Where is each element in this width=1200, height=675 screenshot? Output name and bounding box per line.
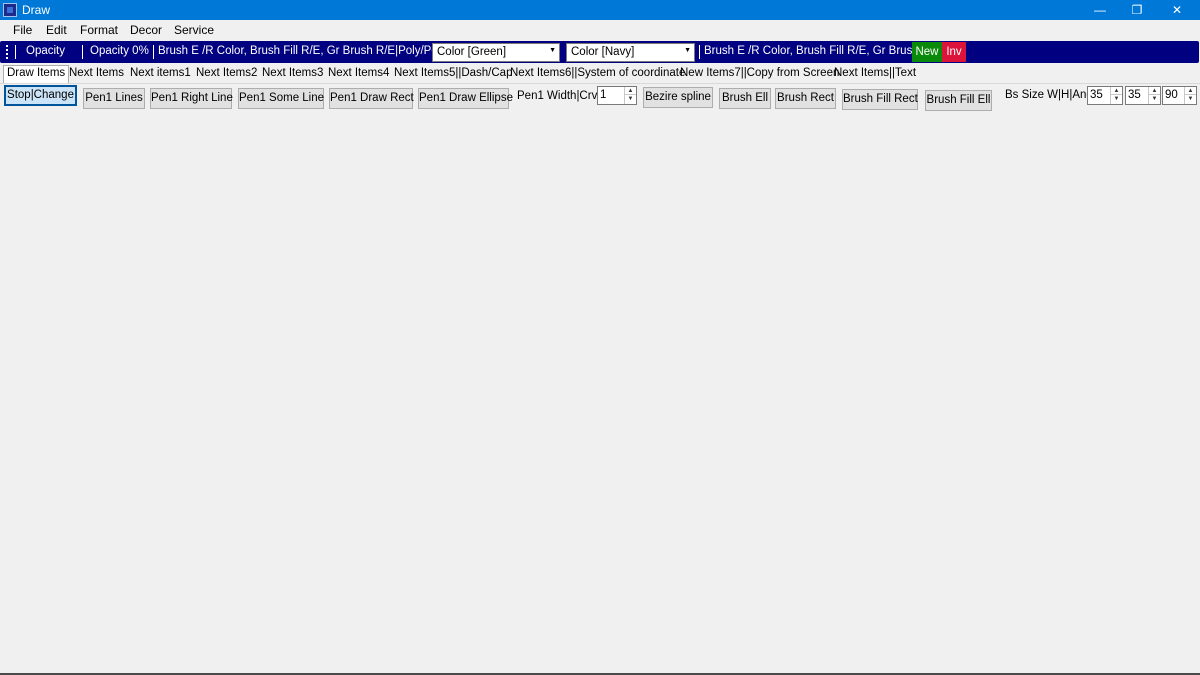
toolbar: Opacity Opacity 0% Brush E /R Color, Bru… — [0, 41, 1199, 63]
new-button[interactable]: New — [912, 42, 942, 62]
close-button[interactable]: ✕ — [1154, 0, 1200, 20]
menu-edit[interactable]: Edit — [46, 23, 67, 37]
pen1-width-label: Pen1 Width|Crv — [517, 90, 598, 102]
pen1-width-value: 1 — [600, 89, 607, 101]
tab-next-items3[interactable]: Next Items3 — [260, 67, 325, 79]
bs-size-label: Bs Size W|H|Ang — [1005, 89, 1093, 101]
brush-options-label[interactable]: Brush E /R Color, Brush Fill R/E, Gr Bru… — [158, 45, 461, 57]
dropdown-arrow-icon: ▼ — [684, 47, 691, 54]
spin-up-icon[interactable]: ▲ — [1185, 87, 1196, 95]
tab-next-items6[interactable]: Next Items6||System of coordinate — [508, 67, 687, 79]
bs-height-value: 35 — [1128, 89, 1141, 101]
tab-next-items5[interactable]: Next Items5||Dash/Cap — [392, 67, 514, 79]
tab-next-items1[interactable]: Next items1 — [128, 67, 193, 79]
menu-decor[interactable]: Decor — [130, 23, 162, 37]
opacity-button[interactable]: Opacity — [26, 45, 65, 57]
menu-service[interactable]: Service — [174, 23, 214, 37]
inv-button[interactable]: Inv — [942, 42, 966, 62]
title-bar: Draw — ❐ ✕ — [0, 0, 1200, 20]
dropdown-arrow-icon: ▼ — [549, 47, 556, 54]
window-title: Draw — [22, 3, 51, 17]
toolbar-grip-icon[interactable] — [4, 44, 10, 60]
bs-height-stepper[interactable]: 35 ▲ ▼ — [1125, 86, 1161, 105]
separator — [699, 45, 700, 59]
brush-options-label-2[interactable]: Brush E /R Color, Brush Fill R/E, Gr Bru… — [704, 45, 941, 57]
menu-bar: File Edit Format Decor Service — [0, 20, 1200, 40]
opacity-value[interactable]: Opacity 0% — [90, 45, 149, 57]
spin-down-icon[interactable]: ▼ — [1149, 95, 1160, 103]
pen1-draw-ellipse-button[interactable]: Pen1 Draw Ellipse — [418, 88, 513, 109]
spin-up-icon[interactable]: ▲ — [1149, 87, 1160, 95]
separator — [15, 45, 16, 59]
color1-select[interactable]: Color [Green] ▼ — [432, 43, 560, 62]
tab-next-items-text[interactable]: Next Items||Text — [832, 67, 918, 79]
spin-down-icon[interactable]: ▼ — [1185, 95, 1196, 103]
brush-ell-button[interactable]: Brush Ell — [719, 88, 771, 109]
color2-value: Color [Navy] — [571, 46, 635, 58]
bs-width-value: 35 — [1090, 89, 1103, 101]
separator — [153, 45, 154, 59]
pen1-width-stepper[interactable]: 1 ▲ ▼ — [597, 86, 637, 105]
stop-change-button[interactable]: Stop|Change — [4, 85, 77, 106]
separator — [82, 45, 83, 59]
spin-down-icon[interactable]: ▼ — [1111, 95, 1122, 103]
color2-select[interactable]: Color [Navy] ▼ — [566, 43, 695, 62]
tab-draw-items[interactable]: Draw Items — [3, 65, 70, 84]
pen1-right-line-button[interactable]: Pen1 Right Line — [150, 88, 233, 109]
brush-rect-button[interactable]: Brush Rect — [775, 88, 836, 109]
tab-next-items4[interactable]: Next Items4 — [326, 67, 391, 79]
brush-fill-ell-button[interactable]: Brush Fill Ell — [925, 90, 992, 111]
bs-angle-stepper[interactable]: 90 ▲ ▼ — [1162, 86, 1197, 105]
bs-width-stepper[interactable]: 35 ▲ ▼ — [1087, 86, 1123, 105]
tab-next-items[interactable]: Next Items — [67, 67, 126, 79]
spin-up-icon[interactable]: ▲ — [625, 87, 636, 95]
pen1-some-line-button[interactable]: Pen1 Some Line — [238, 88, 324, 109]
spin-down-icon[interactable]: ▼ — [625, 95, 636, 103]
draw-items-panel: Stop|Change Pen1 Lines Pen1 Right Line P… — [0, 84, 1200, 111]
tab-next-items2[interactable]: Next Items2 — [194, 67, 259, 79]
menu-format[interactable]: Format — [80, 23, 118, 37]
brush-fill-rect-button[interactable]: Brush Fill Rect — [842, 89, 918, 110]
bs-angle-value: 90 — [1165, 89, 1178, 101]
color1-value: Color [Green] — [437, 46, 507, 58]
menu-file[interactable]: File — [13, 23, 32, 37]
tab-new-items7[interactable]: New Items7||Copy from Screen — [678, 67, 841, 79]
app-icon — [3, 3, 17, 17]
pen1-lines-button[interactable]: Pen1 Lines — [83, 88, 145, 109]
pen1-draw-rect-button[interactable]: Pen1 Draw Rect — [329, 88, 414, 109]
bezier-spline-button[interactable]: Bezire spline — [643, 87, 713, 108]
spin-up-icon[interactable]: ▲ — [1111, 87, 1122, 95]
tab-strip: Draw Items Next Items Next items1 Next I… — [0, 64, 1200, 84]
